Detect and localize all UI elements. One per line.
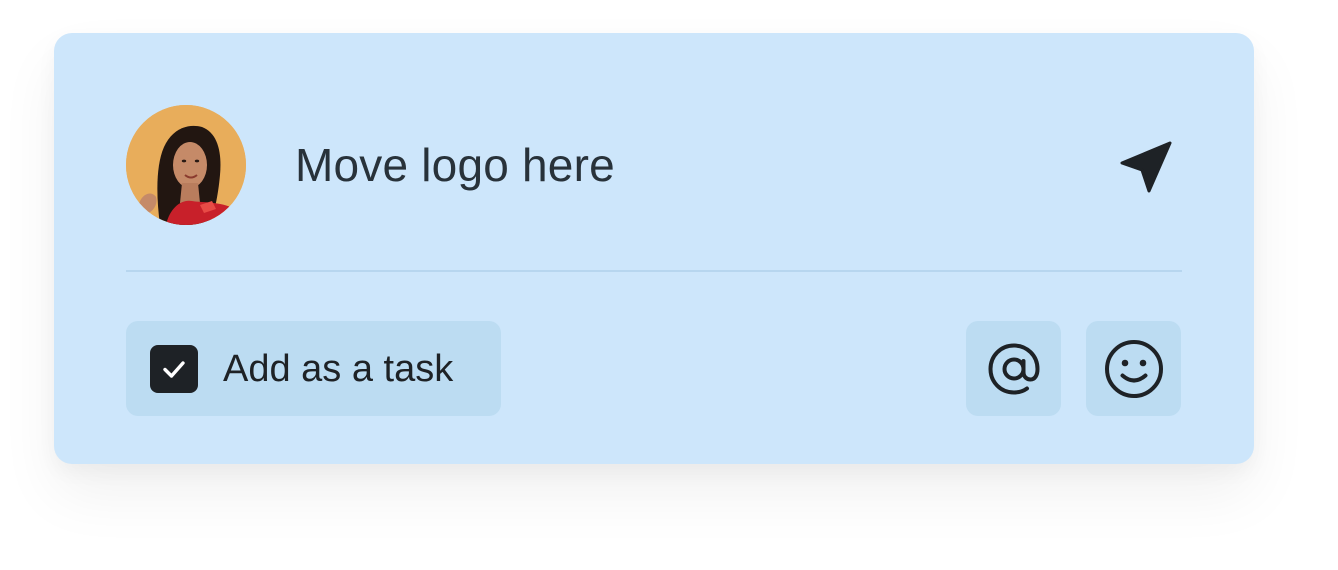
composer-top-row: Move logo here (126, 105, 1182, 225)
mention-button[interactable] (966, 321, 1061, 416)
divider (126, 270, 1182, 272)
emoji-button[interactable] (1086, 321, 1181, 416)
add-as-task-toggle[interactable]: Add as a task (126, 321, 501, 416)
add-as-task-label: Add as a task (223, 348, 454, 390)
avatar-photo (126, 105, 246, 225)
send-button[interactable] (1110, 135, 1182, 199)
comment-composer: Move logo here Add as a task (54, 33, 1254, 464)
checkbox-checked-icon[interactable] (150, 345, 198, 393)
message-text[interactable]: Move logo here (295, 141, 615, 189)
at-sign-icon (987, 342, 1040, 395)
smiley-icon (1104, 339, 1163, 398)
send-icon (1120, 141, 1172, 193)
avatar (126, 105, 246, 225)
